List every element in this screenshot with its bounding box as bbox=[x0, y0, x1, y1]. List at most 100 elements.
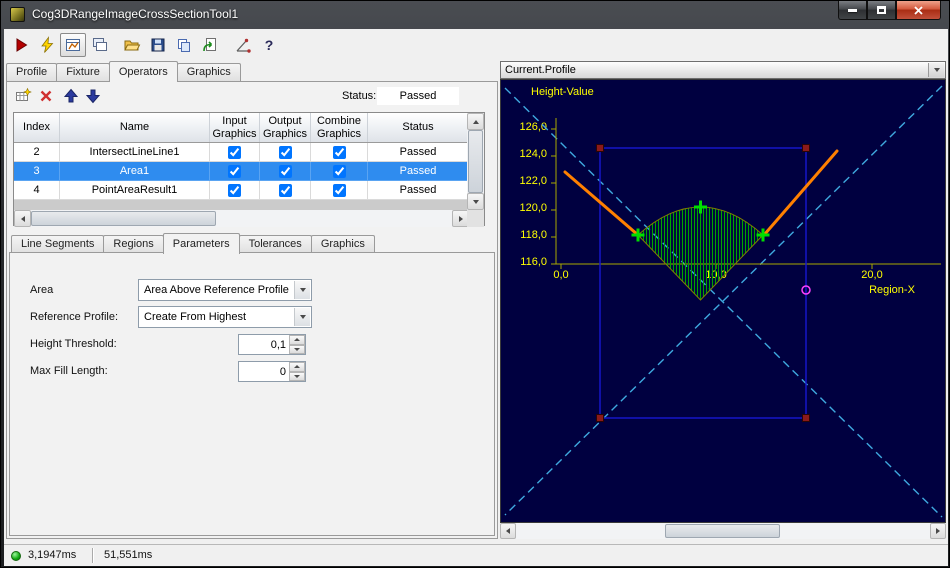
spin-up-button[interactable] bbox=[289, 362, 305, 372]
output-graphics-checkbox[interactable] bbox=[278, 145, 292, 159]
cell-name[interactable]: IntersectLineLine1 bbox=[60, 143, 210, 162]
input-graphics-checkbox[interactable] bbox=[228, 145, 241, 159]
tab-graphics[interactable]: Graphics bbox=[176, 63, 241, 81]
table-row[interactable]: 4 PointAreaResult1 Passed bbox=[14, 181, 469, 200]
region-corner-handle[interactable] bbox=[596, 414, 604, 422]
tab-fixture[interactable]: Fixture bbox=[56, 63, 110, 81]
height-threshold-input[interactable] bbox=[239, 335, 289, 354]
tab-sub-graphics[interactable]: Graphics bbox=[310, 235, 375, 253]
tab-line-segments[interactable]: Line Segments bbox=[11, 235, 105, 253]
cell-name[interactable]: PointAreaResult1 bbox=[60, 181, 210, 200]
combine-graphics-checkbox[interactable] bbox=[332, 145, 346, 159]
record-selector-combobox[interactable]: Current.Profile bbox=[500, 61, 946, 79]
save-button[interactable] bbox=[145, 33, 171, 57]
grid-hscrollbar[interactable] bbox=[14, 210, 469, 227]
region-corner-handle[interactable] bbox=[596, 144, 604, 152]
cell-combine-graphics[interactable] bbox=[311, 143, 368, 162]
cell-input-graphics[interactable] bbox=[210, 181, 260, 200]
cell-status[interactable]: Passed bbox=[368, 143, 469, 162]
tab-parameters[interactable]: Parameters bbox=[162, 233, 240, 254]
column-header-name[interactable]: Name bbox=[60, 113, 210, 142]
tab-regions[interactable]: Regions bbox=[103, 235, 164, 253]
scroll-left-button[interactable] bbox=[14, 210, 31, 227]
input-graphics-checkbox[interactable] bbox=[228, 164, 241, 178]
tab-operators[interactable]: Operators bbox=[108, 61, 178, 82]
table-row[interactable]: 2 IntersectLineLine1 Passed bbox=[14, 143, 469, 162]
main-toolbar: ? bbox=[8, 31, 282, 59]
spin-down-button[interactable] bbox=[289, 344, 305, 354]
minimize-button[interactable] bbox=[838, 1, 867, 20]
cell-input-graphics[interactable] bbox=[210, 143, 260, 162]
angle-tool-button[interactable] bbox=[230, 33, 256, 57]
operators-page: Status: Passed Index Name Input Graphics… bbox=[6, 81, 498, 539]
region-corner-handle[interactable] bbox=[802, 144, 810, 152]
open-button[interactable] bbox=[119, 33, 145, 57]
grid-vscrollbar[interactable] bbox=[467, 113, 484, 210]
area-combobox[interactable]: Area Above Reference Profile bbox=[138, 279, 312, 301]
column-header-combine-graphics[interactable]: Combine Graphics bbox=[311, 113, 368, 142]
output-graphics-checkbox[interactable] bbox=[278, 183, 292, 197]
combine-graphics-checkbox[interactable] bbox=[332, 183, 346, 197]
table-row-selected[interactable]: 3 Area1 Passed bbox=[14, 162, 469, 181]
copy-results-button[interactable] bbox=[171, 33, 197, 57]
column-header-status[interactable]: Status bbox=[368, 113, 469, 142]
scroll-down-button[interactable] bbox=[467, 193, 484, 210]
cell-output-graphics[interactable] bbox=[260, 162, 311, 181]
vscroll-thumb[interactable] bbox=[468, 130, 483, 193]
spin-down-button[interactable] bbox=[289, 371, 305, 381]
input-graphics-checkbox[interactable] bbox=[228, 183, 241, 197]
cell-output-graphics[interactable] bbox=[260, 143, 311, 162]
tab-profile[interactable]: Profile bbox=[6, 63, 58, 81]
scroll-left-button[interactable] bbox=[500, 523, 516, 539]
max-fill-length-stepper[interactable] bbox=[238, 361, 306, 382]
column-header-output-graphics[interactable]: Output Graphics bbox=[260, 113, 311, 142]
cell-name[interactable]: Area1 bbox=[60, 162, 210, 181]
maximize-button[interactable] bbox=[867, 1, 896, 20]
minimize-icon bbox=[848, 8, 857, 12]
y-tick-marks bbox=[551, 128, 556, 265]
cell-input-graphics[interactable] bbox=[210, 162, 260, 181]
cell-index[interactable]: 2 bbox=[14, 143, 60, 162]
chart-hscrollbar[interactable] bbox=[500, 523, 946, 539]
cell-status[interactable]: Passed bbox=[368, 162, 469, 181]
profile-chart[interactable]: Height-Value 126,0 124,0 122,0 120,0 118… bbox=[500, 79, 946, 523]
spin-up-button[interactable] bbox=[289, 335, 305, 345]
copy-window-button[interactable] bbox=[86, 33, 112, 57]
cell-status[interactable]: Passed bbox=[368, 181, 469, 200]
display-toggle-button[interactable] bbox=[60, 33, 86, 57]
output-graphics-checkbox[interactable] bbox=[278, 164, 292, 178]
cell-index[interactable]: 3 bbox=[14, 162, 60, 181]
import-button[interactable] bbox=[197, 33, 223, 57]
delete-operator-button[interactable] bbox=[36, 86, 56, 106]
profile-display-icon bbox=[66, 39, 80, 51]
down-arrow-icon bbox=[294, 374, 300, 378]
move-down-button[interactable] bbox=[83, 86, 103, 106]
area-value: Area Above Reference Profile bbox=[144, 284, 289, 296]
help-button[interactable]: ? bbox=[256, 33, 282, 57]
dropdown-button[interactable] bbox=[928, 63, 944, 77]
max-fill-length-input[interactable] bbox=[239, 362, 289, 381]
dropdown-button[interactable] bbox=[294, 308, 310, 326]
run-button[interactable] bbox=[8, 33, 34, 57]
move-up-button[interactable] bbox=[61, 86, 81, 106]
tab-tolerances[interactable]: Tolerances bbox=[238, 235, 312, 253]
close-button[interactable] bbox=[896, 1, 941, 20]
column-header-index[interactable]: Index bbox=[14, 113, 60, 142]
region-corner-handle[interactable] bbox=[802, 414, 810, 422]
scroll-up-button[interactable] bbox=[467, 113, 484, 130]
scroll-right-button[interactable] bbox=[930, 523, 946, 539]
titlebar[interactable]: Cog3DRangeImageCrossSectionTool1 bbox=[1, 1, 949, 29]
cell-output-graphics[interactable] bbox=[260, 181, 311, 200]
cell-combine-graphics[interactable] bbox=[311, 162, 368, 181]
dropdown-button[interactable] bbox=[294, 281, 310, 299]
reference-profile-combobox[interactable]: Create From Highest bbox=[138, 306, 312, 328]
cell-combine-graphics[interactable] bbox=[311, 181, 368, 200]
column-header-input-graphics[interactable]: Input Graphics bbox=[210, 113, 260, 142]
height-threshold-stepper[interactable] bbox=[238, 334, 306, 355]
add-operator-button[interactable] bbox=[13, 86, 33, 106]
trigger-button[interactable] bbox=[34, 33, 60, 57]
cell-index[interactable]: 4 bbox=[14, 181, 60, 200]
combine-graphics-checkbox[interactable] bbox=[332, 164, 346, 178]
hscroll-thumb[interactable] bbox=[31, 211, 216, 226]
hscroll-thumb[interactable] bbox=[665, 524, 780, 538]
